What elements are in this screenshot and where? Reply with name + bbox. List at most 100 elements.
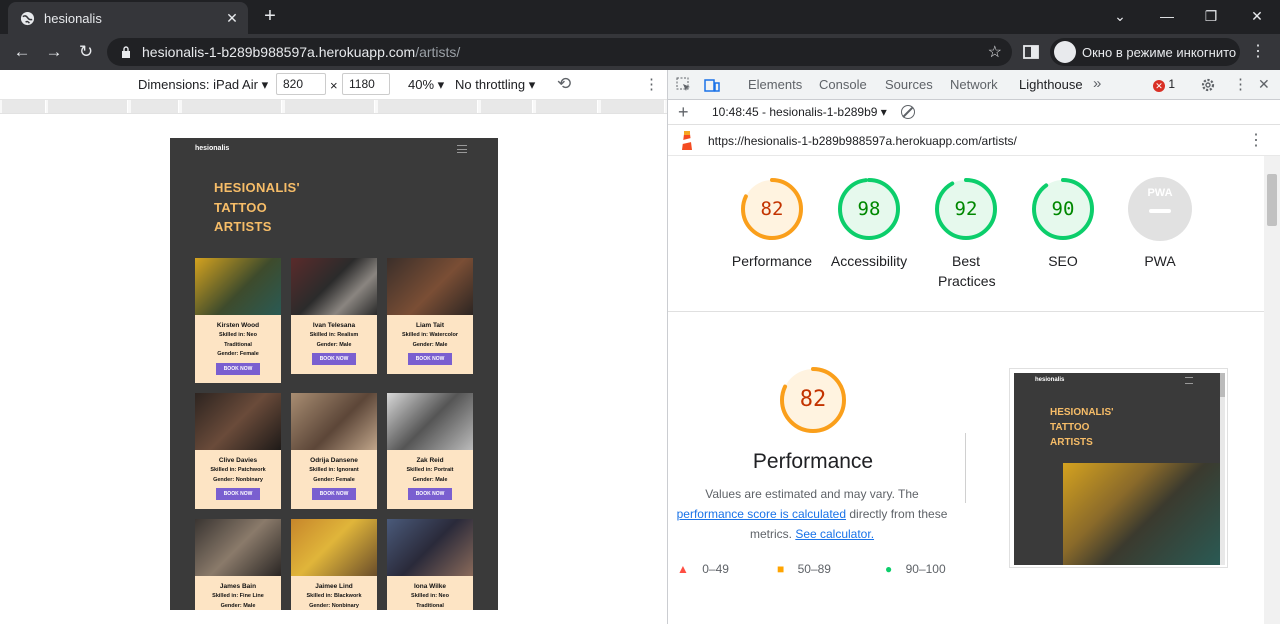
- performance-score-link[interactable]: performance score is calculated: [677, 507, 846, 521]
- artist-name: Ivan Telesana: [312, 322, 356, 329]
- tab-console[interactable]: Console: [819, 77, 867, 92]
- scrollbar-thumb[interactable]: [1267, 174, 1277, 226]
- close-devtools-icon[interactable]: ✕: [1258, 76, 1270, 93]
- page-heading: HESIONALIS' TATTOO ARTISTS: [214, 180, 300, 234]
- reload-button[interactable]: ↻: [76, 42, 96, 62]
- times-sign: ×: [330, 78, 338, 93]
- artist-photo: [291, 519, 377, 576]
- screenshot-photo: [1063, 463, 1220, 565]
- height-input[interactable]: 1180: [342, 73, 390, 95]
- artist-name: Clive Davies: [218, 457, 258, 464]
- book-now-button[interactable]: BOOK NOW: [408, 353, 452, 365]
- report-scrollbar[interactable]: [1264, 156, 1280, 624]
- tab-network[interactable]: Network: [950, 77, 998, 92]
- final-screenshot[interactable]: hesionalis HESIONALIS' TATTOO ARTISTS: [1009, 368, 1228, 568]
- artist-name: Jaimee Lind: [315, 583, 353, 590]
- close-tab-icon[interactable]: ✕: [224, 10, 240, 26]
- omnibox[interactable]: hesionalis-1-b289b988597a.herokuapp.com/…: [107, 38, 1012, 66]
- seo-label: SEO: [1048, 253, 1078, 269]
- screenshot-menu-icon: [1185, 377, 1193, 384]
- book-now-button[interactable]: BOOK NOW: [408, 488, 452, 500]
- tab-search-icon[interactable]: ⌄: [1110, 7, 1130, 27]
- circle-icon: ●: [885, 562, 893, 576]
- pwa-badge-icon: [1149, 209, 1171, 213]
- artist-name: James Bain: [219, 583, 257, 590]
- settings-gear-icon[interactable]: [1200, 77, 1216, 93]
- back-button[interactable]: ←: [12, 42, 32, 62]
- square-icon: ■: [777, 562, 785, 576]
- performance-title: Performance: [752, 450, 874, 473]
- performance-gauge[interactable]: 82: [740, 177, 804, 241]
- pwa-gauge[interactable]: PWA: [1128, 177, 1192, 241]
- artist-photo: [387, 393, 473, 450]
- vertical-separator: [965, 433, 966, 503]
- new-tab-button[interactable]: +: [260, 6, 280, 27]
- report-selector[interactable]: 10:48:45 - hesionalis-1-b289b9 ▾: [712, 105, 887, 119]
- calculator-link[interactable]: See calculator.: [795, 527, 874, 541]
- artist-card: Odrija Dansene Skilled in: Ignorant Gende…: [291, 393, 377, 509]
- devtools-toolbar: Elements Console Sources Network Lightho…: [668, 70, 1280, 102]
- book-now-button[interactable]: BOOK NOW: [216, 488, 260, 500]
- artist-card: Kirsten Wood Skilled in: Neo Traditional G…: [195, 258, 281, 383]
- device-toolbar-menu-icon[interactable]: ⋮: [644, 75, 659, 93]
- book-now-button[interactable]: BOOK NOW: [312, 488, 356, 500]
- close-window-button[interactable]: ✕: [1247, 7, 1267, 27]
- throttling-select[interactable]: No throttling ▾: [455, 77, 535, 93]
- devtools-menu-icon[interactable]: ⋮: [1233, 75, 1248, 93]
- screenshot-page: hesionalis HESIONALIS' TATTOO ARTISTS: [1014, 373, 1220, 565]
- tab-elements[interactable]: Elements: [748, 77, 802, 92]
- width-input[interactable]: 820: [276, 73, 326, 95]
- hamburger-menu-icon[interactable]: [457, 145, 467, 153]
- error-icon: ✕: [1153, 80, 1165, 92]
- side-panel-icon[interactable]: [1022, 43, 1040, 61]
- best-practices-gauge[interactable]: 92: [934, 177, 998, 241]
- seo-gauge[interactable]: 90: [1031, 177, 1095, 241]
- forward-button[interactable]: →: [44, 42, 64, 62]
- restore-button[interactable]: ❐: [1201, 7, 1221, 27]
- best-practices-score: 92: [954, 198, 978, 220]
- artist-card: Jaimee Lind Skilled in: Blackwork Gender:…: [291, 519, 377, 610]
- lighthouse-icon: [682, 131, 692, 150]
- artist-photo: [195, 258, 281, 315]
- performance-detail-score: 82: [799, 387, 827, 412]
- report-menu-icon[interactable]: ⋮: [1248, 130, 1264, 150]
- zoom-select[interactable]: 40% ▾: [408, 77, 444, 93]
- browser-menu-icon[interactable]: ⋮: [1250, 42, 1266, 62]
- bookmark-star-icon[interactable]: ☆: [988, 42, 1002, 62]
- book-now-button[interactable]: BOOK NOW: [216, 362, 260, 375]
- artist-card: Ivan Telesana Skilled in: Realism Gender:…: [291, 258, 377, 374]
- rotate-icon[interactable]: ⟲: [557, 74, 571, 94]
- report-url[interactable]: https://hesionalis-1-b289b988597a.heroku…: [708, 134, 1017, 148]
- incognito-icon: [1054, 41, 1076, 63]
- tab-sources[interactable]: Sources: [885, 77, 933, 92]
- inspect-element-icon[interactable]: [676, 77, 692, 93]
- artist-photo: [195, 393, 281, 450]
- artist-photo: [291, 393, 377, 450]
- artist-photo: [387, 258, 473, 315]
- new-report-icon[interactable]: +: [678, 102, 689, 123]
- artist-name: Odrija Dansene: [310, 457, 358, 464]
- media-query-ruler[interactable]: [0, 100, 667, 114]
- lock-icon: [122, 46, 130, 58]
- clear-reports-icon[interactable]: [901, 105, 915, 119]
- best-practices-label: Best Practices: [938, 253, 996, 289]
- artist-name: Liam Tait: [415, 322, 445, 329]
- triangle-icon: ▲: [677, 562, 689, 576]
- error-count-badge[interactable]: ✕ 1: [1153, 75, 1183, 93]
- browser-tab[interactable]: hesionalis ✕: [8, 2, 248, 34]
- tab-title: hesionalis: [44, 11, 102, 26]
- more-tabs-icon[interactable]: »: [1093, 75, 1101, 92]
- performance-score: 82: [760, 198, 784, 220]
- tab-lighthouse[interactable]: Lighthouse: [1011, 77, 1091, 102]
- device-toggle-icon[interactable]: [704, 77, 720, 93]
- incognito-indicator[interactable]: Окно в режиме инкогнито: [1050, 38, 1240, 66]
- artist-name: Zak Reid: [416, 457, 444, 464]
- accessibility-gauge[interactable]: 98: [837, 177, 901, 241]
- device-select[interactable]: Dimensions: iPad Air ▾: [138, 77, 268, 93]
- book-now-button[interactable]: BOOK NOW: [312, 353, 356, 365]
- performance-detail-gauge: 82: [780, 367, 846, 433]
- site-logo[interactable]: hesionalis: [195, 145, 229, 152]
- artist-name: Kirsten Wood: [216, 322, 260, 329]
- pwa-label: PWA: [1144, 253, 1176, 269]
- minimize-button[interactable]: —: [1157, 7, 1177, 27]
